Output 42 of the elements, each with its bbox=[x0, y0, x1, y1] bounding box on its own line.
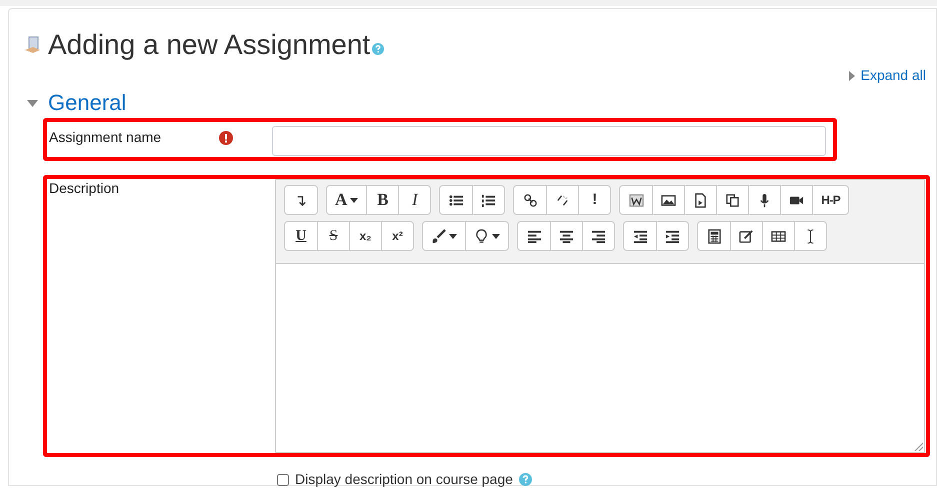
expand-all-link[interactable]: Expand all bbox=[848, 65, 926, 86]
checkbox[interactable] bbox=[277, 474, 289, 486]
sub-button[interactable]: x₂ bbox=[349, 222, 381, 250]
media-file-icon bbox=[693, 192, 708, 208]
resize-handle-icon[interactable] bbox=[914, 442, 923, 451]
image-icon bbox=[661, 192, 676, 208]
brush-icon bbox=[431, 228, 446, 244]
caret-icon bbox=[350, 198, 358, 202]
strike-button[interactable]: S bbox=[317, 222, 349, 250]
h5p-button[interactable]: H-P bbox=[812, 186, 848, 214]
broken-link-icon bbox=[555, 192, 570, 208]
align-right-icon bbox=[591, 228, 606, 244]
expand-caret-icon bbox=[848, 70, 855, 80]
underline-button[interactable]: U bbox=[285, 222, 317, 250]
bang-button[interactable]: ! bbox=[578, 186, 610, 214]
font-button[interactable]: A bbox=[327, 186, 366, 214]
link-icon bbox=[522, 192, 538, 208]
page-title: Adding a new Assignment bbox=[48, 31, 370, 59]
italic-button[interactable]: I bbox=[398, 186, 430, 214]
caret-icon bbox=[492, 234, 500, 238]
table-icon bbox=[771, 228, 786, 244]
bold-button[interactable]: B bbox=[366, 186, 398, 214]
calculator-icon bbox=[706, 228, 722, 244]
lightbulb-icon bbox=[474, 228, 489, 244]
word-paste-icon bbox=[628, 192, 644, 208]
assignment-name-field[interactable] bbox=[272, 126, 826, 156]
field-label: Assignment name bbox=[49, 128, 162, 147]
pencil-icon bbox=[739, 228, 754, 244]
checkbox-label: Display description on course page bbox=[295, 470, 513, 489]
align-center-icon bbox=[559, 228, 574, 244]
numbered-list-icon bbox=[481, 192, 496, 208]
copy-icon bbox=[725, 192, 740, 208]
indent-icon bbox=[665, 228, 680, 244]
section-heading[interactable]: General bbox=[48, 92, 126, 114]
assignment-icon bbox=[24, 35, 42, 55]
align-left-icon bbox=[526, 228, 542, 244]
bullet-list-icon bbox=[448, 192, 464, 208]
sup-button[interactable]: x² bbox=[381, 222, 413, 250]
collapse-caret-icon[interactable] bbox=[27, 100, 38, 106]
caret-icon bbox=[449, 234, 457, 238]
outdent-icon bbox=[632, 228, 648, 244]
field-label: Description bbox=[49, 179, 120, 198]
